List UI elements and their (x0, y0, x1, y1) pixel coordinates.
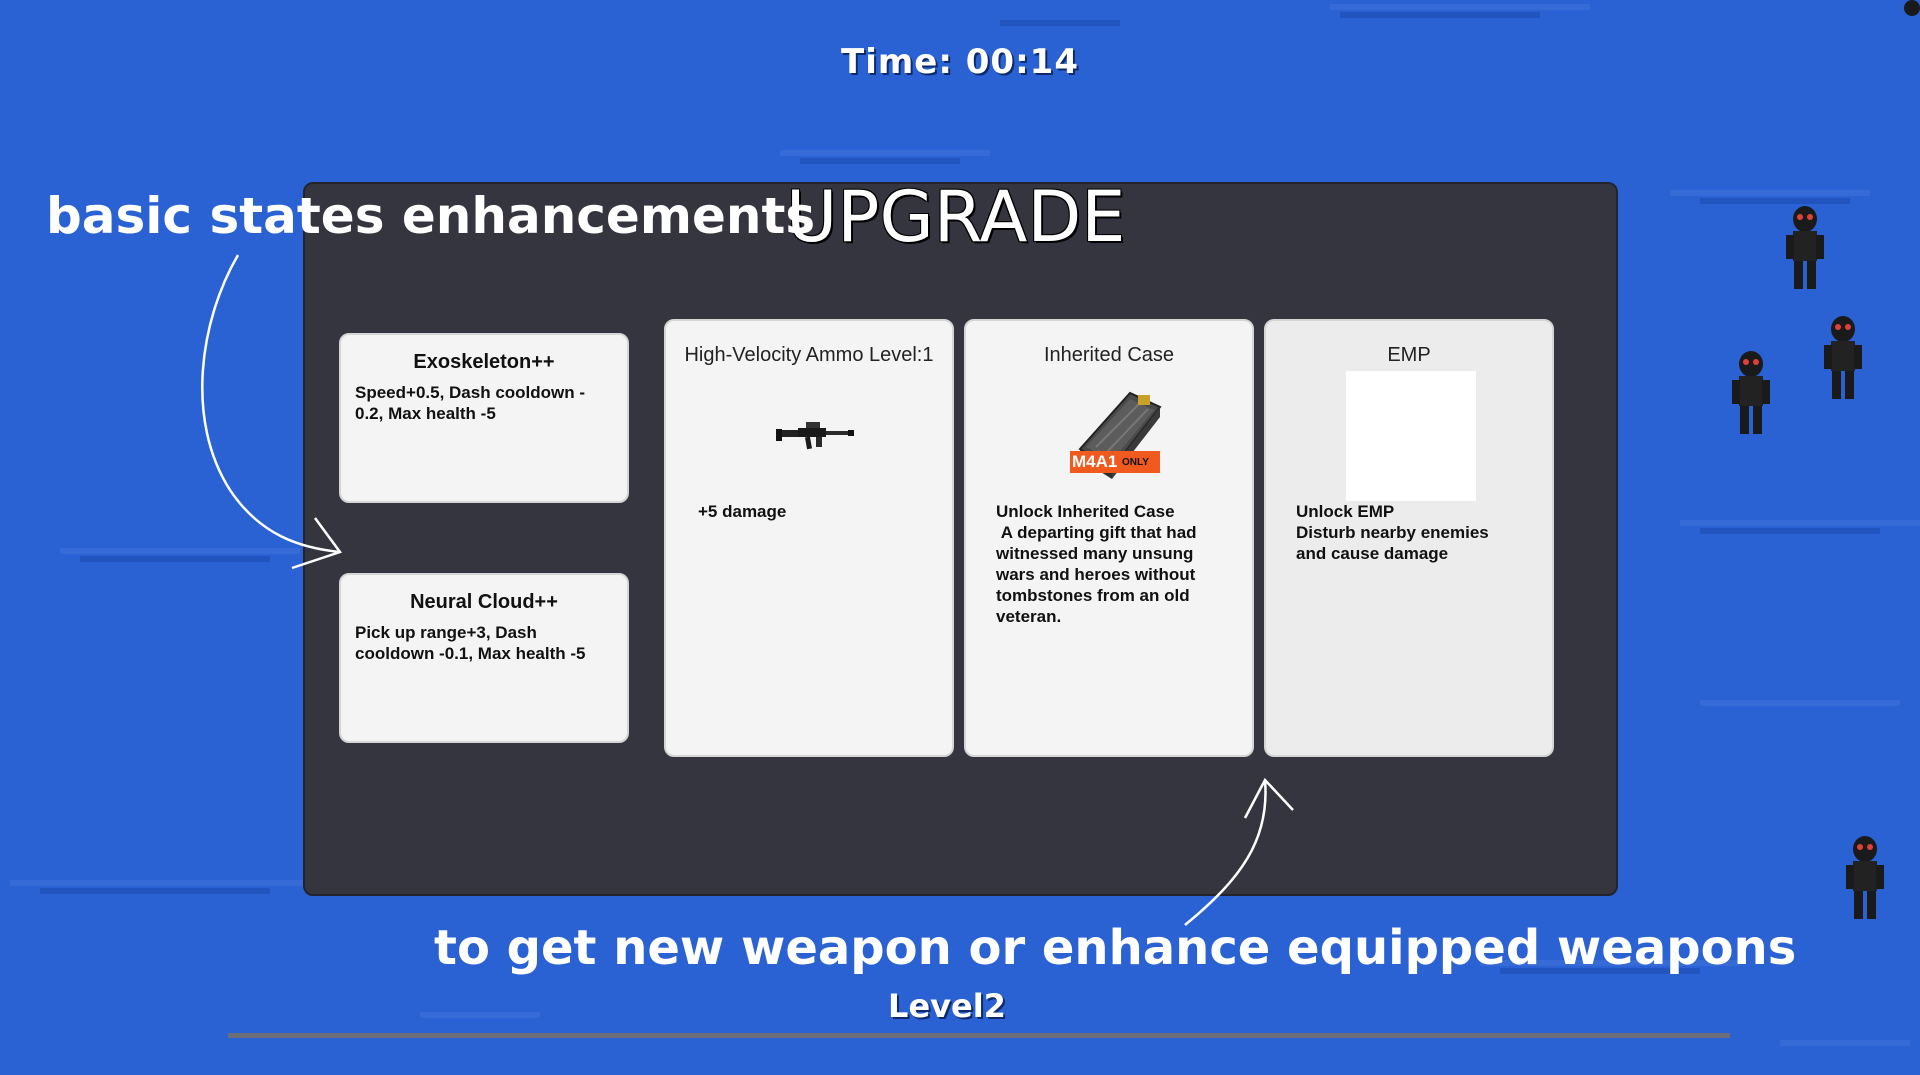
player-level: Level2 (888, 987, 1006, 1025)
enemy-sprite (1904, 0, 1920, 16)
annotation-basic-stats: basic states enhancements (46, 187, 816, 245)
enemy-sprite (1732, 351, 1770, 434)
enemy-sprite (1846, 836, 1884, 919)
enemy-sprite (1786, 206, 1824, 289)
annotation-weapons: to get new weapon or enhance equipped we… (434, 920, 1797, 976)
xp-bar (228, 1033, 1730, 1038)
annotation-arrows (201, 254, 1294, 926)
enemy-sprite (1824, 316, 1862, 399)
